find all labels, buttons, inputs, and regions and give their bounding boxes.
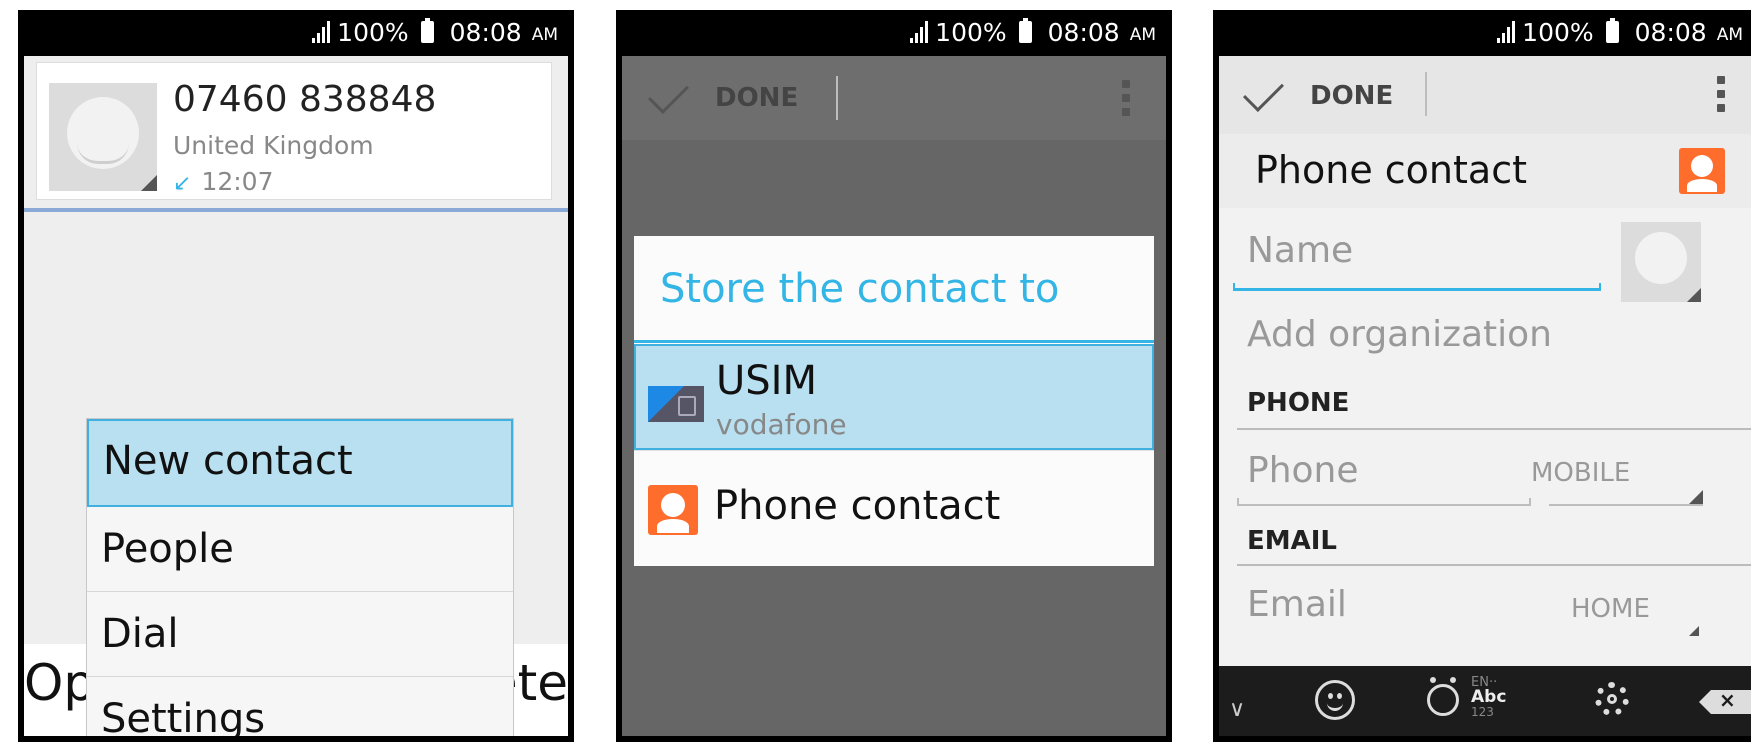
battery-percent: 100%: [935, 17, 1007, 47]
input-method-icon[interactable]: [1427, 677, 1459, 716]
action-bar-separator: [836, 76, 838, 120]
phone-screen-store-dialog: 100% 08:08 AM DONE Store the contact to …: [616, 10, 1172, 742]
menu-item-settings[interactable]: Settings: [87, 677, 513, 736]
organization-field[interactable]: Add organization: [1247, 314, 1552, 355]
phone-screen-new-contact-form: 100% 08:08 AM DONE Phone contact Name ⌄ …: [1213, 10, 1751, 742]
phone-screen-call-log: 100% 08:08 AM 07460 838848 United Kingdo…: [18, 10, 574, 742]
option-phone-contact[interactable]: Phone contact: [634, 450, 1154, 567]
email-section-divider: [1237, 564, 1751, 566]
phone-field-underline: [1237, 498, 1531, 506]
call-time-value: 12:07: [201, 167, 274, 196]
action-bar: DONE: [622, 56, 1166, 140]
overflow-menu-icon[interactable]: [1717, 76, 1725, 112]
clock: 08:08: [1047, 17, 1120, 47]
screen-content: DONE Store the contact to USIM vodafone …: [622, 56, 1166, 736]
hide-keyboard-button[interactable]: ∨: [1229, 697, 1245, 722]
language-abc: Abc: [1471, 687, 1507, 707]
overflow-menu-icon[interactable]: [1122, 80, 1130, 116]
menu-item-new-contact[interactable]: New contact: [87, 419, 513, 507]
check-icon: [1242, 70, 1285, 112]
caller-number: 07460 838848: [173, 79, 437, 120]
signal-icon: [910, 21, 929, 43]
done-label: DONE: [1310, 81, 1394, 111]
clock: 08:08: [1634, 17, 1707, 47]
emoji-icon[interactable]: [1315, 680, 1355, 720]
email-section-header: EMAIL: [1247, 526, 1337, 556]
clock-ampm: AM: [1716, 25, 1743, 45]
menu-item-people[interactable]: People: [87, 507, 513, 592]
email-field[interactable]: Email: [1247, 584, 1347, 625]
phone-field[interactable]: Phone: [1247, 450, 1359, 491]
phone-type-underline: [1549, 504, 1703, 506]
language-switch-button[interactable]: EN·· Abc 123: [1471, 676, 1506, 718]
phone-section-divider: [1237, 428, 1751, 430]
phone-section-header: PHONE: [1247, 388, 1350, 418]
email-type-dropdown-icon[interactable]: [1689, 626, 1699, 636]
option-usim[interactable]: USIM vodafone: [634, 344, 1154, 450]
divider: [24, 208, 568, 212]
battery-percent: 100%: [1522, 17, 1594, 47]
phone-contact-icon: [648, 485, 698, 535]
action-bar: DONE: [1219, 56, 1751, 134]
email-type-label[interactable]: HOME: [1571, 594, 1650, 624]
call-log-entry[interactable]: 07460 838848 United Kingdom ↙ 12:07: [36, 62, 552, 200]
keyboard-toolbar: ∨ EN·· Abc 123 ×: [1219, 666, 1751, 736]
phone-contact-icon: [1679, 148, 1725, 194]
caller-country: United Kingdom: [173, 131, 374, 160]
clock-ampm: AM: [1129, 25, 1156, 45]
backspace-icon[interactable]: ×: [1699, 688, 1751, 714]
battery-icon: [420, 18, 434, 43]
contact-photo-icon[interactable]: [1621, 222, 1701, 302]
account-header[interactable]: Phone contact: [1219, 134, 1751, 208]
check-icon: [647, 72, 690, 114]
done-label: DONE: [715, 83, 799, 113]
signal-icon: [1497, 21, 1516, 43]
gear-icon[interactable]: [1595, 682, 1629, 716]
store-contact-dialog: Store the contact to USIM vodafone Phone…: [634, 236, 1154, 566]
status-bar: 100% 08:08 AM: [18, 10, 574, 56]
dialog-title: Store the contact to: [660, 266, 1060, 312]
status-bar: 100% 08:08 AM: [616, 10, 1172, 56]
signal-icon: [312, 21, 331, 43]
account-label: Phone contact: [1255, 148, 1527, 192]
phone-type-label[interactable]: MOBILE: [1531, 458, 1630, 488]
sim-card-icon: [648, 386, 704, 422]
action-bar-separator: [1425, 72, 1427, 116]
option-phone-contact-label: Phone contact: [714, 483, 1001, 529]
done-button[interactable]: DONE: [647, 72, 799, 120]
clock: 08:08: [449, 17, 522, 47]
name-field[interactable]: Name: [1247, 230, 1353, 271]
option-usim-label: USIM: [716, 358, 817, 404]
battery-percent: 100%: [337, 17, 409, 47]
screen-content: DONE Phone contact Name ⌄ Add organizati…: [1219, 56, 1751, 736]
battery-icon: [1605, 18, 1619, 43]
language-123: 123: [1471, 705, 1494, 719]
done-button[interactable]: DONE: [1242, 70, 1394, 118]
option-usim-carrier: vodafone: [716, 408, 847, 441]
screen-content: 07460 838848 United Kingdom ↙ 12:07 Op et…: [24, 56, 568, 736]
phone-type-dropdown-icon[interactable]: [1689, 490, 1703, 504]
clock-ampm: AM: [531, 25, 558, 45]
options-button-partial[interactable]: Op: [24, 654, 95, 712]
context-menu: New contact People Dial Settings: [86, 418, 514, 736]
status-bar: 100% 08:08 AM: [1213, 10, 1751, 56]
menu-item-dial[interactable]: Dial: [87, 592, 513, 677]
contact-avatar-icon[interactable]: [49, 83, 157, 191]
name-field-underline: [1233, 283, 1601, 291]
battery-icon: [1018, 18, 1032, 43]
call-time: ↙ 12:07: [173, 167, 273, 196]
incoming-call-icon: ↙: [173, 171, 192, 196]
dialog-title-divider: [634, 340, 1154, 343]
